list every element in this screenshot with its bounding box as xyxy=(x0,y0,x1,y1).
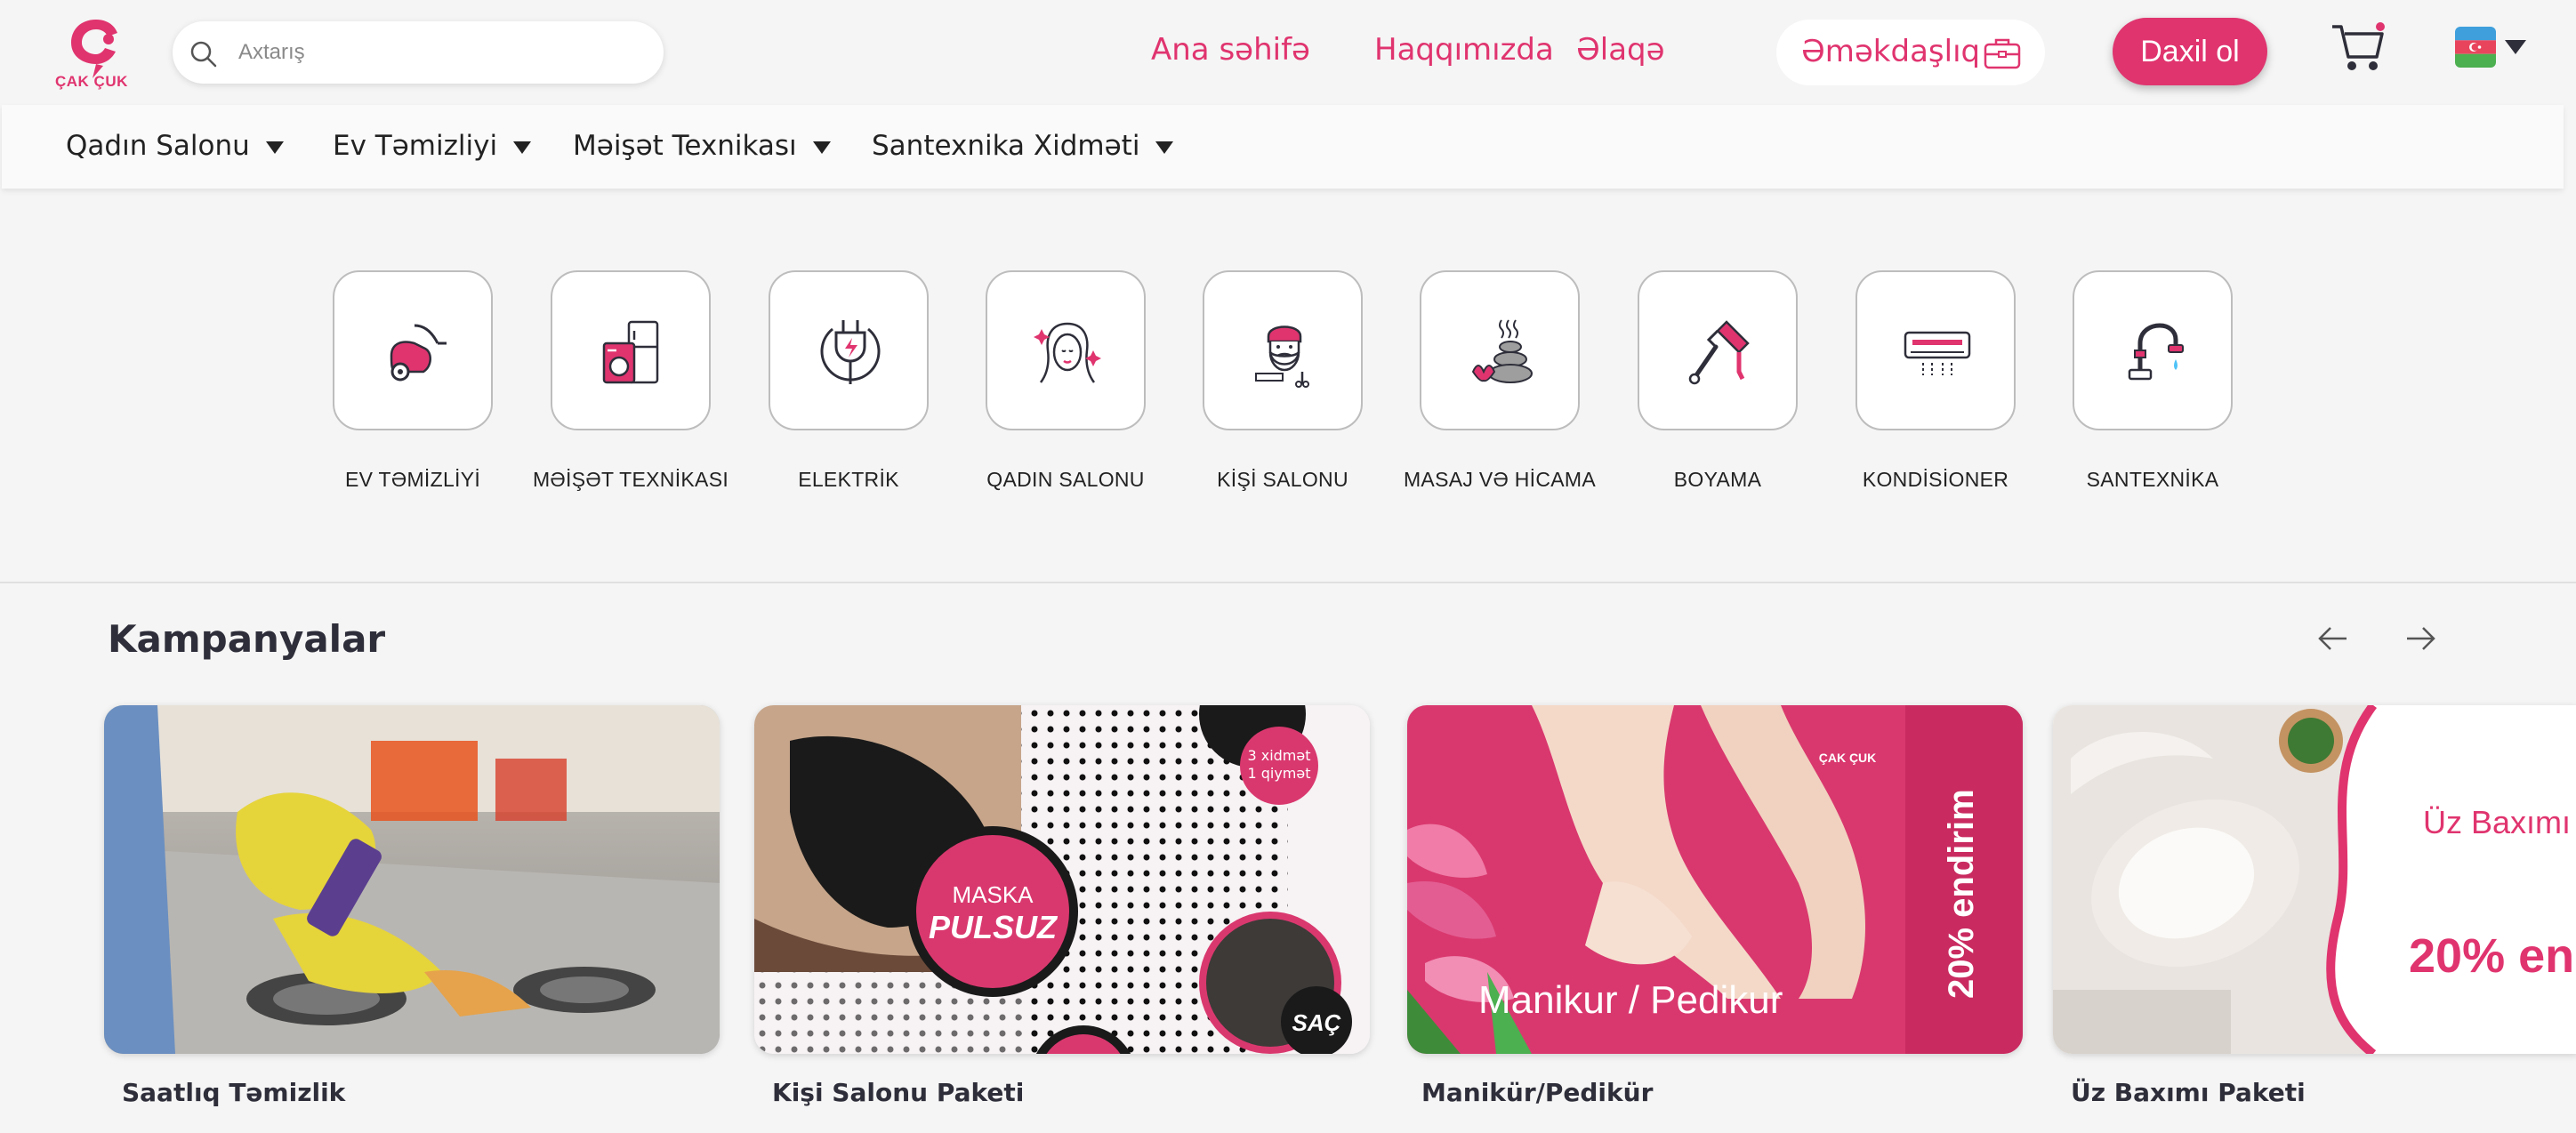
nav-contact-link[interactable]: Əlaqə xyxy=(1576,32,1665,68)
campaign-card-manicure[interactable]: ÇAK ÇUK Manikur / Pedikur 20% endirim xyxy=(1407,705,2023,1054)
service-massage[interactable]: MASAJ VƏ HİCAMA xyxy=(1404,270,1596,491)
nav-about-link[interactable]: Haqqımızda xyxy=(1374,32,1554,68)
campaign-name: Üz Baxımı Paketi xyxy=(2071,1078,2306,1107)
service-label: SANTEXNİKA xyxy=(2086,468,2219,491)
azerbaijan-flag-icon[interactable] xyxy=(2455,27,2496,68)
chevron-down-icon xyxy=(265,141,284,154)
login-button[interactable]: Daxil ol xyxy=(2113,18,2267,85)
cut-label-text: SAÇ xyxy=(1292,1009,1341,1036)
service-label: ELEKTRİK xyxy=(798,468,899,491)
campaign-name: Saatlıq Təmizlik xyxy=(122,1078,346,1107)
service-electric[interactable]: ELEKTRİK xyxy=(769,270,929,491)
service-painting[interactable]: BOYAMA xyxy=(1638,270,1798,491)
appliances-icon xyxy=(602,320,659,384)
mask-line2-text: PULSUZ xyxy=(929,909,1059,945)
service-appliances[interactable]: MƏİŞƏT TEXNİKASI xyxy=(533,270,729,491)
menu-item-home-cleaning[interactable]: Ev Təmizliyi xyxy=(333,130,532,162)
chevron-down-icon xyxy=(1155,141,1174,154)
faucet-icon xyxy=(2128,323,2184,381)
badge-line1-text: 3 xidmət xyxy=(1247,747,1310,764)
service-women-salon[interactable]: QADIN SALONU xyxy=(986,270,1146,491)
men-salon-banner: 3 xidmət 1 qiymət MASKA PULSUZ SAÇ xyxy=(754,705,1370,1054)
cooperation-label: Əməkdaşlıq xyxy=(1801,34,1981,69)
service-label: EV TƏMİZLİYİ xyxy=(344,468,481,491)
service-label: QADIN SALONU xyxy=(986,468,1145,491)
logo-text: ÇAK ÇUK xyxy=(55,73,128,90)
service-label: KONDİSİONER xyxy=(1862,468,2009,491)
discount-text: 20% endirim xyxy=(1942,789,1981,999)
cooperation-button[interactable]: Əməkdaşlıq xyxy=(1776,20,2045,85)
service-men-salon[interactable]: KİŞİ SALONU xyxy=(1203,270,1363,491)
nav-home-link[interactable]: Ana səhifə xyxy=(1151,32,1310,68)
cart-icon[interactable] xyxy=(2330,21,2387,75)
section-divider xyxy=(0,582,2576,583)
category-menu-bar: Qadın Salonu Ev Təmizliyi Məişət Texnika… xyxy=(2,105,2564,189)
menu-item-women-salon[interactable]: Qadın Salonu xyxy=(66,130,284,162)
service-tile[interactable] xyxy=(333,270,493,430)
electric-plug-icon xyxy=(820,320,881,384)
vacuum-cleaner-icon xyxy=(390,324,447,382)
cleaning-photo xyxy=(104,705,720,1054)
chevron-down-icon xyxy=(812,141,831,154)
menu-item-home-appliances[interactable]: Məişət Texnikası xyxy=(573,130,831,162)
menu-item-plumbing[interactable]: Santexnika Xidməti xyxy=(872,130,1174,162)
woman-face-icon xyxy=(1034,322,1101,383)
manicure-banner-text: Manikur / Pedikur xyxy=(1478,978,1783,1022)
air-conditioner-icon xyxy=(1904,331,1971,375)
campaigns-title: Kampanyalar xyxy=(108,617,386,661)
spa-stones-icon xyxy=(1471,319,1533,383)
campaign-card-facial[interactable]: Üz Baxımı 20% end xyxy=(2053,705,2576,1054)
paint-roller-icon xyxy=(1688,320,1750,385)
service-home-cleaning[interactable]: EV TƏMİZLİYİ xyxy=(333,270,493,491)
campaign-name: Manikür/Pedikür xyxy=(1421,1078,1654,1107)
service-tile[interactable] xyxy=(986,270,1146,430)
campaign-card-men-salon[interactable]: 3 xidmət 1 qiymət MASKA PULSUZ SAÇ xyxy=(754,705,1370,1054)
mask-line1-text: MASKA xyxy=(952,881,1034,908)
service-tile[interactable] xyxy=(2073,270,2233,430)
manicure-banner: ÇAK ÇUK Manikur / Pedikur 20% endirim xyxy=(1407,705,2023,1054)
top-header: ÇAK ÇUK Ana səhifə Haqqımızda Əlaqə Əmək… xyxy=(0,0,2576,105)
campaign-card-hourly-cleaning[interactable] xyxy=(104,705,720,1054)
service-tile[interactable] xyxy=(1203,270,1363,430)
service-tile[interactable] xyxy=(769,270,929,430)
badge-line2-text: 1 qiymət xyxy=(1247,765,1310,782)
facial-discount-text: 20% end xyxy=(2409,929,2576,983)
bearded-man-icon xyxy=(1255,325,1309,388)
service-label: KİŞİ SALONU xyxy=(1217,468,1348,491)
service-label: MƏİŞƏT TEXNİKASI xyxy=(532,468,729,491)
service-tile[interactable] xyxy=(1420,270,1580,430)
search-icon xyxy=(190,41,217,68)
brand-text: ÇAK ÇUK xyxy=(1819,751,1877,765)
service-air-conditioner[interactable]: KONDİSİONER xyxy=(1856,270,2016,491)
arrow-left-icon[interactable] xyxy=(2314,621,2350,656)
campaign-name: Kişi Salonu Paketi xyxy=(772,1078,1025,1107)
service-plumbing[interactable]: SANTEXNİKA xyxy=(2073,270,2233,491)
service-tile[interactable] xyxy=(551,270,711,430)
service-tile[interactable] xyxy=(1638,270,1798,430)
chevron-down-icon xyxy=(513,141,532,154)
arrow-right-icon[interactable] xyxy=(2403,621,2439,656)
language-dropdown-caret-icon[interactable] xyxy=(2504,39,2527,55)
search-box[interactable] xyxy=(173,21,664,84)
facial-banner-title: Üz Baxımı xyxy=(2423,804,2571,840)
search-input[interactable] xyxy=(238,34,639,71)
service-label: BOYAMA xyxy=(1673,468,1762,491)
service-tile[interactable] xyxy=(1856,270,2016,430)
briefcase-icon xyxy=(1984,38,2021,69)
facial-banner: Üz Baxımı 20% end xyxy=(2053,705,2576,1054)
service-label: MASAJ VƏ HİCAMA xyxy=(1403,468,1597,491)
